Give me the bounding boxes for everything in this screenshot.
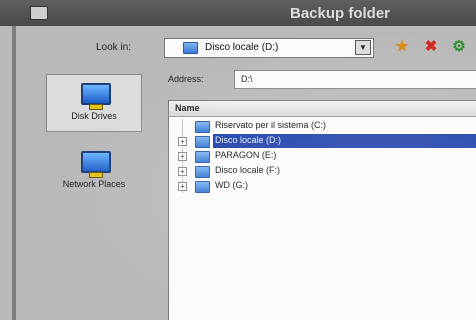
backup-folder-dialog: Backup folder Look in: Disco locale (D:)… <box>0 0 476 320</box>
drive-icon <box>195 181 210 193</box>
network-base-icon <box>89 172 103 178</box>
tree-row-label: WD (G:) <box>215 180 248 190</box>
tool-button[interactable]: ⚙ <box>449 38 469 56</box>
tree-row-label: Disco locale (F:) <box>215 165 281 175</box>
tree-row-d[interactable]: + Disco locale (D:) <box>169 134 476 148</box>
new-folder-button[interactable]: ★ <box>392 38 412 56</box>
expand-icon[interactable]: + <box>178 137 187 146</box>
tree-row-f[interactable]: + Disco locale (F:) <box>169 164 476 178</box>
drive-icon <box>195 136 210 148</box>
computer-base-icon <box>89 104 103 110</box>
system-menu-icon[interactable] <box>30 6 48 20</box>
drive-icon <box>195 166 210 178</box>
look-in-label: Look in: <box>96 42 132 53</box>
column-header-label: Name <box>175 103 200 113</box>
expand-icon[interactable]: + <box>178 152 187 161</box>
drive-icon <box>195 151 210 163</box>
tree-row-label: PARAGON (E:) <box>215 150 277 160</box>
computer-icon <box>81 83 111 105</box>
places-bar: Disk Drives Network Places <box>20 62 166 320</box>
look-in-value: Disco locale (D:) <box>205 42 279 53</box>
title-bar[interactable]: Backup folder <box>0 0 476 26</box>
name-column-header[interactable]: Name <box>169 101 476 117</box>
drive-icon <box>195 121 210 133</box>
chevron-down-icon[interactable]: ▼ <box>355 40 371 55</box>
place-network-places[interactable]: Network Places <box>46 142 142 200</box>
expand-icon[interactable]: + <box>178 182 187 191</box>
delete-button[interactable]: ✖ <box>421 38 441 56</box>
window-title: Backup folder <box>290 5 391 22</box>
tree-row-label: Riservato per il sistema (C:) <box>215 120 327 130</box>
tree-row-label: Disco locale (D:) <box>215 135 282 145</box>
tree-row-c[interactable]: Riservato per il sistema (C:) <box>169 119 476 133</box>
address-field[interactable]: D:\ <box>234 70 476 89</box>
tree-row-g[interactable]: + WD (G:) <box>169 179 476 193</box>
tree-line <box>182 119 183 133</box>
place-disk-drives[interactable]: Disk Drives <box>46 74 142 132</box>
drive-icon <box>183 42 198 54</box>
place-label: Network Places <box>62 179 126 189</box>
window-frame <box>12 26 16 320</box>
network-icon <box>81 151 111 173</box>
look-in-dropdown[interactable]: Disco locale (D:) <box>164 38 374 58</box>
tree-row-e[interactable]: + PARAGON (E:) <box>169 149 476 163</box>
folder-tree[interactable]: Name Riservato per il sistema (C:) + Dis… <box>168 100 476 320</box>
place-label: Disk Drives <box>71 111 117 121</box>
expand-icon[interactable]: + <box>178 167 187 176</box>
address-label: Address: <box>168 74 204 84</box>
